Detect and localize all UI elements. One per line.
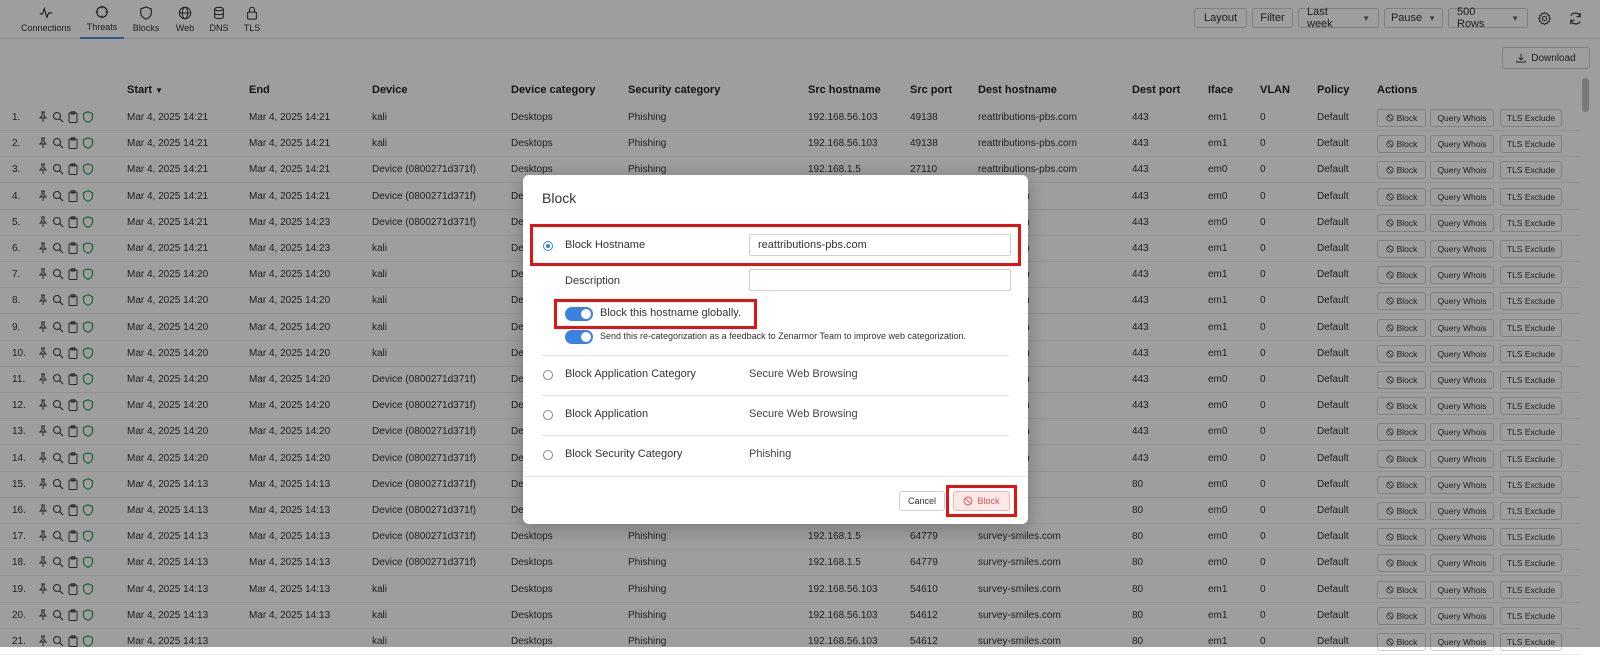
block-app-category-label: Block Application Category — [565, 368, 696, 380]
application-value: Secure Web Browsing — [749, 408, 858, 420]
highlight-box — [530, 224, 1021, 266]
description-input[interactable] — [749, 269, 1011, 291]
app-category-value: Secure Web Browsing — [749, 368, 858, 380]
divider — [542, 435, 1009, 436]
highlight-box — [554, 299, 757, 329]
description-label: Description — [565, 275, 621, 287]
block-app-category-radio[interactable] — [543, 370, 553, 380]
divider — [542, 395, 1009, 396]
dialog-footer-divider — [523, 476, 1028, 477]
feedback-toggle[interactable] — [565, 330, 593, 344]
security-category-value: Phishing — [749, 448, 792, 460]
block-application-radio[interactable] — [543, 410, 553, 420]
highlight-box — [946, 485, 1017, 517]
divider — [542, 355, 1009, 356]
cancel-button[interactable]: Cancel — [899, 491, 945, 511]
cancel-label: Cancel — [907, 496, 936, 506]
block-security-category-radio[interactable] — [543, 450, 553, 460]
block-application-label: Block Application — [565, 408, 649, 420]
block-security-category-label: Block Security Category — [565, 448, 683, 460]
feedback-label: Send this re-categorization as a feedbac… — [600, 331, 967, 341]
dialog-title: Block — [542, 190, 577, 206]
